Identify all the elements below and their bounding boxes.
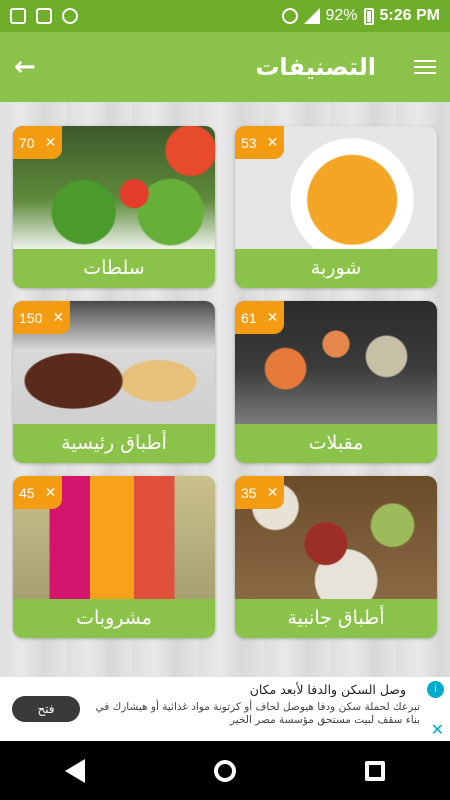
ad-title: وصل السكن والدفا لأبعد مكان xyxy=(249,682,406,697)
category-label: أطباق رئيسية xyxy=(13,424,215,463)
notification-icon xyxy=(36,8,52,24)
fork-knife-icon: ✕ xyxy=(52,309,65,325)
battery-icon xyxy=(363,7,374,25)
recipe-count-badge: 61 ✕ xyxy=(235,301,285,334)
recipe-count: 61 xyxy=(241,309,257,326)
ad-body: تبرعك لحملة سكن ودفا هيوصل لحاف أو كرتون… xyxy=(95,701,420,726)
category-card-soup[interactable]: 53 ✕ شوربة xyxy=(235,126,437,288)
battery-percent: 92% xyxy=(325,7,358,24)
category-label: أطباق جانبية xyxy=(235,599,437,638)
recipe-count: 53 xyxy=(241,134,257,151)
clock: 5:26 PM xyxy=(379,7,440,24)
fork-knife-icon: ✕ xyxy=(44,484,57,500)
nav-recents-icon[interactable] xyxy=(365,760,386,781)
sd-card-icon xyxy=(10,8,26,24)
ad-open-button[interactable]: فتح xyxy=(12,696,80,722)
status-bar: 92% 5:26 PM xyxy=(0,0,450,32)
recipe-count: 150 xyxy=(19,309,43,326)
categories-grid: 53 ✕ شوربة 70 ✕ سلطات 61 ✕ مقبلات 150 ✕ … xyxy=(0,102,450,677)
menu-icon[interactable] xyxy=(414,60,436,74)
category-card-main-dishes[interactable]: 150 ✕ أطباق رئيسية xyxy=(13,301,215,463)
fork-knife-icon: ✕ xyxy=(266,309,279,325)
recipe-count-badge: 70 ✕ xyxy=(13,126,63,159)
back-arrow-icon[interactable]: ← xyxy=(14,52,44,82)
recipe-count: 70 xyxy=(19,134,35,151)
ad-info-icon[interactable]: i xyxy=(427,681,444,698)
category-label: مشروبات xyxy=(13,599,215,638)
category-label: شوربة xyxy=(235,249,437,288)
ad-banner[interactable]: وصل السكن والدفا لأبعد مكان تبرعك لحملة … xyxy=(0,677,450,741)
ad-close-icon[interactable]: ✕ xyxy=(431,720,444,739)
nav-back-icon[interactable] xyxy=(64,758,85,783)
app-bar: ← التصنيفات xyxy=(0,32,450,102)
recipe-count-badge: 35 ✕ xyxy=(235,476,285,509)
page-title: التصنيفات xyxy=(255,53,376,81)
recipe-count-badge: 150 ✕ xyxy=(13,301,71,334)
signal-icon xyxy=(303,8,320,24)
fork-knife-icon: ✕ xyxy=(266,134,279,150)
chat-icon xyxy=(62,8,78,24)
fork-knife-icon: ✕ xyxy=(266,484,279,500)
category-card-salads[interactable]: 70 ✕ سلطات xyxy=(13,126,215,288)
category-label: سلطات xyxy=(13,249,215,288)
wifi-icon xyxy=(281,8,298,24)
nav-home-icon[interactable] xyxy=(213,759,236,782)
category-label: مقبلات xyxy=(235,424,437,463)
recipe-count-badge: 53 ✕ xyxy=(235,126,285,159)
category-card-side-dishes[interactable]: 35 ✕ أطباق جانبية xyxy=(235,476,437,638)
category-card-drinks[interactable]: 45 ✕ مشروبات xyxy=(13,476,215,638)
recipe-count: 35 xyxy=(241,484,257,501)
recipe-count-badge: 45 ✕ xyxy=(13,476,63,509)
system-nav-bar xyxy=(0,741,450,800)
recipe-count: 45 xyxy=(19,484,35,501)
fork-knife-icon: ✕ xyxy=(44,134,57,150)
category-card-appetizers[interactable]: 61 ✕ مقبلات xyxy=(235,301,437,463)
